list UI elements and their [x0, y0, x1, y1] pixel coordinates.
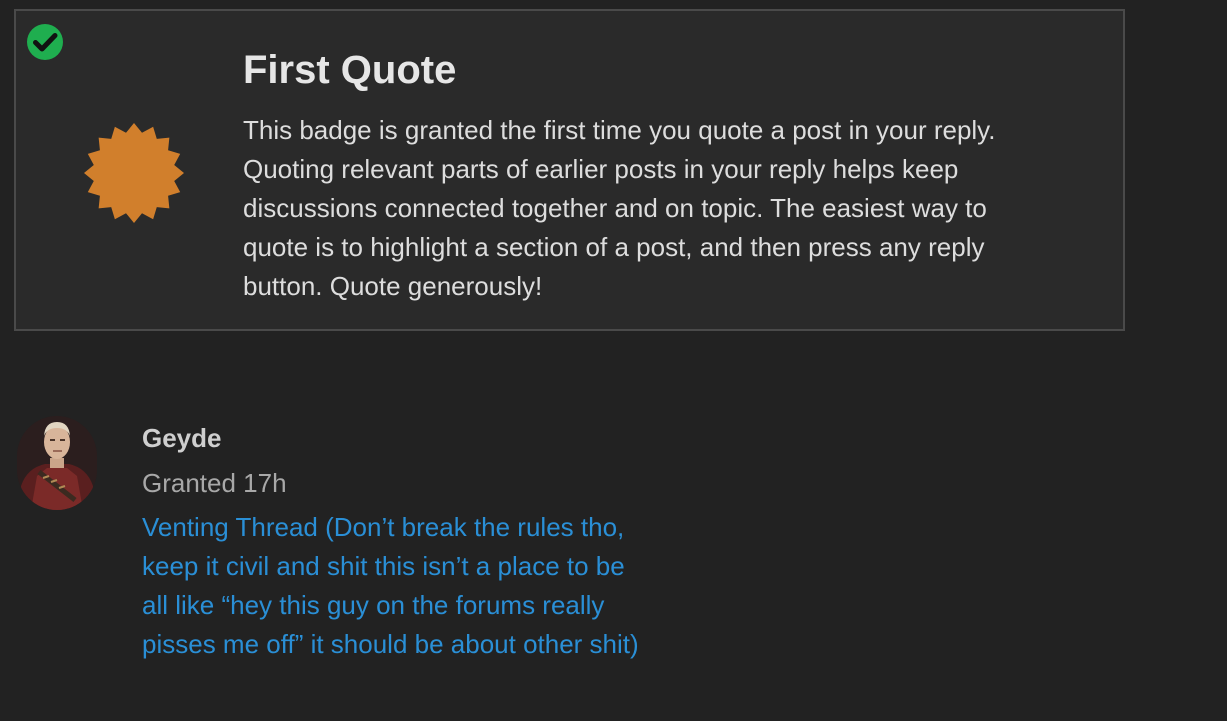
granted-time: Granted 17h — [142, 468, 287, 498]
badge-description: This badge is granted the first time you… — [243, 115, 996, 301]
username-link[interactable]: Geyde — [142, 422, 222, 454]
topic-link[interactable]: Venting Thread (Don’t break the rules th… — [142, 508, 642, 664]
badge-card: First Quote This badge is granted the fi… — [14, 9, 1125, 331]
badge-title: First Quote — [243, 48, 457, 92]
badge-certificate-icon — [84, 123, 184, 223]
user-avatar[interactable] — [17, 416, 97, 510]
check-circle-icon — [27, 24, 63, 60]
badge-grant-entry: Geyde Granted 17h Venting Thread (Don’t … — [0, 410, 700, 710]
